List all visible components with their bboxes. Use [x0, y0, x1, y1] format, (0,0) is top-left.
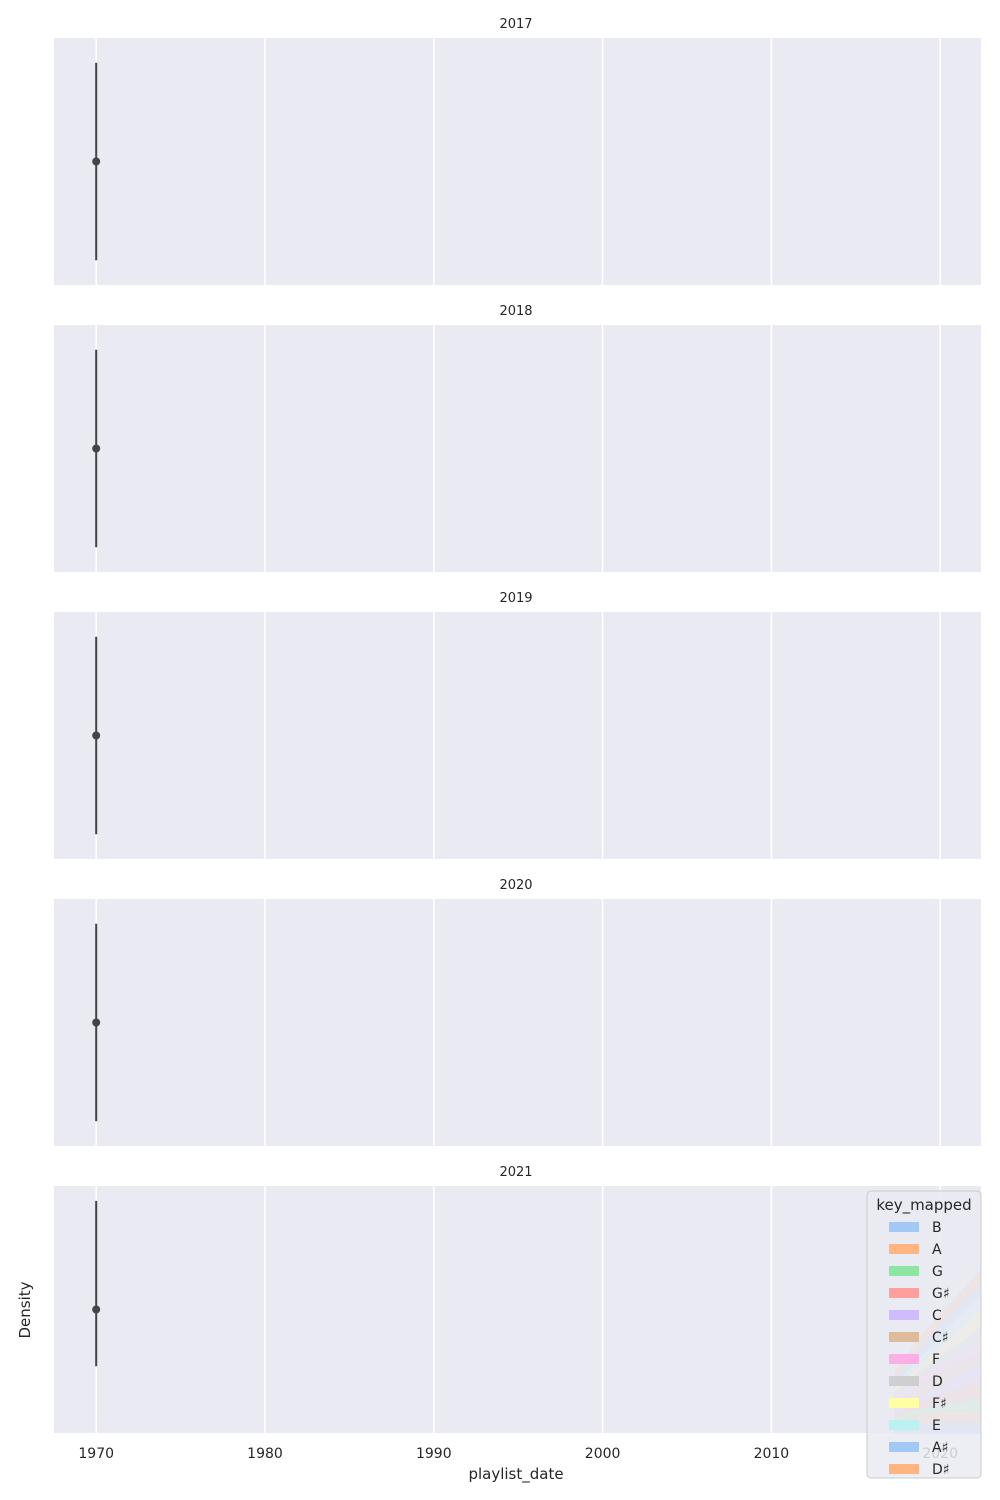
legend-swatch: [889, 1310, 919, 1320]
x-tick-label-2000: 2000: [585, 1446, 621, 1462]
data-point: [92, 731, 101, 740]
legend: key_mapped BAG G♯ C C♯ FD F♯ E A♯ D♯: [866, 1190, 982, 1479]
x-tick-labels: 197019801990200020102020: [78, 1446, 958, 1462]
legend-swatch: [889, 1354, 919, 1364]
facet-title-2021: 2021: [499, 1165, 532, 1180]
facet-title-2020: 2020: [499, 878, 532, 893]
legend-label: C: [932, 1308, 942, 1324]
legend-swatch: [889, 1420, 919, 1430]
legend-label: B: [932, 1220, 942, 1236]
facet-panel-2020: 2020: [54, 878, 981, 1146]
legend-label: F: [932, 1352, 940, 1368]
plot-background: [54, 325, 981, 572]
figure: 2017 2018 2019 2020 2021 1970 1980 1990 2000 201…: [16, 17, 982, 1484]
legend-swatch: [889, 1464, 919, 1474]
legend-label: E: [932, 1418, 941, 1434]
x-tick-label-1980: 1980: [247, 1446, 283, 1462]
facet-panels: 2017 2018 2019 2020 2021: [54, 17, 982, 1434]
x-tick-label-1990: 1990: [416, 1446, 452, 1462]
legend-swatch: [889, 1398, 919, 1408]
legend-label: C♯: [932, 1330, 949, 1346]
plot-background: [54, 38, 981, 285]
legend-label: A♯: [932, 1440, 948, 1456]
plot-background: [54, 1186, 981, 1433]
facet-panel-2021: 2021: [54, 1165, 981, 1433]
legend-swatch: [889, 1376, 919, 1386]
facet-panel-2018: 2018: [54, 304, 981, 572]
plot-background: [54, 612, 981, 859]
data-point: [92, 157, 101, 166]
plot-background: [54, 899, 981, 1146]
legend-title: key_mapped: [876, 1196, 971, 1215]
y-axis-label: Density: [16, 1281, 34, 1338]
legend-label: D: [932, 1374, 943, 1390]
legend-frame: [866, 1190, 982, 1479]
legend-label: F♯: [932, 1396, 947, 1412]
legend-swatch: [889, 1332, 919, 1342]
legend-swatch: [889, 1288, 919, 1298]
legend-label: G♯: [932, 1286, 950, 1302]
x-tick-label-2010: 2010: [754, 1446, 790, 1462]
facet-panel-2019: 2019: [54, 591, 981, 859]
facet-title-2019: 2019: [499, 591, 532, 606]
data-point: [92, 444, 101, 453]
legend-label: A: [932, 1242, 942, 1258]
data-point: [92, 1018, 101, 1027]
data-point: [92, 1305, 101, 1314]
facet-title-2017: 2017: [499, 17, 532, 32]
legend-swatch: [889, 1442, 919, 1452]
facet-title-2018: 2018: [499, 304, 532, 319]
facet-panel-2017: 2017: [54, 17, 981, 285]
x-axis-label: playlist_date: [468, 1465, 563, 1484]
legend-swatch: [889, 1244, 919, 1254]
legend-label: D♯: [932, 1462, 950, 1478]
legend-swatch: [889, 1222, 919, 1232]
legend-label: G: [932, 1264, 943, 1280]
x-tick-label-1970: 1970: [78, 1446, 114, 1462]
legend-swatch: [889, 1266, 919, 1276]
